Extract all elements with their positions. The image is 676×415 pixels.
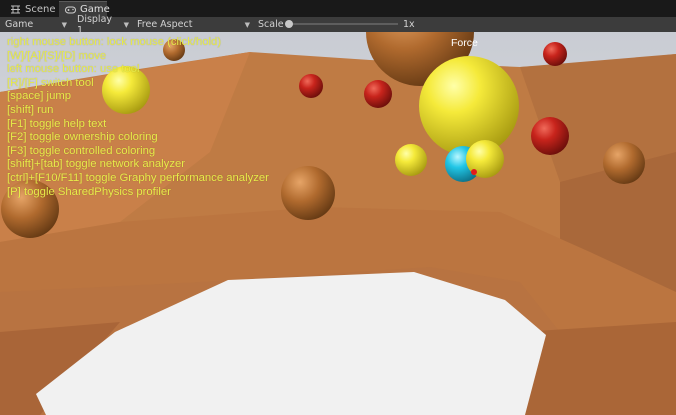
chevron-down-icon: ▼ bbox=[61, 20, 67, 29]
help-line: [W]/[A]/[S]/[D] move bbox=[7, 49, 107, 62]
help-line: right mouse button: lock mouse (click/ho… bbox=[7, 36, 222, 48]
view-mode-value: Game bbox=[5, 19, 34, 30]
scene-grid-icon bbox=[10, 5, 21, 14]
view-mode-dropdown[interactable]: Game ▼ bbox=[5, 17, 67, 32]
yellow-sphere bbox=[395, 144, 427, 176]
tab-scene[interactable]: Scene bbox=[4, 1, 56, 17]
help-line: [ctrl]+[F10/F11] toggle Graphy performan… bbox=[7, 171, 269, 184]
chevron-down-icon: ▼ bbox=[244, 20, 250, 29]
game-view-toolbar: Game ▼ Display 1 ▼ Free Aspect ▼ Scale 1… bbox=[0, 14, 676, 36]
scale-slider-handle[interactable] bbox=[285, 20, 293, 28]
help-line: [F3] toggle controlled coloring bbox=[7, 144, 156, 157]
scale-label: Scale bbox=[258, 19, 284, 30]
red-sphere bbox=[299, 74, 323, 98]
help-line: [P] toggle SharedPhysics profiler bbox=[7, 185, 171, 198]
brown-sphere bbox=[281, 166, 335, 220]
aspect-dropdown[interactable]: Free Aspect ▼ bbox=[137, 17, 250, 32]
help-line: [R]/[F] switch tool bbox=[7, 76, 94, 89]
help-line: [F1] toggle help text bbox=[7, 117, 107, 130]
red-sphere bbox=[543, 42, 567, 66]
game-viewport[interactable]: right mouse button: lock mouse (click/ho… bbox=[0, 32, 676, 415]
help-line: left mouse button: use tool bbox=[7, 63, 140, 76]
help-text-overlay: right mouse button: lock mouse (click/ho… bbox=[7, 36, 269, 199]
scale-value: 1x bbox=[403, 19, 415, 30]
help-line: [space] jump bbox=[7, 90, 72, 103]
aspect-value: Free Aspect bbox=[137, 19, 193, 30]
red-sphere bbox=[364, 80, 392, 108]
help-line: [shift] run bbox=[7, 103, 54, 116]
help-line: [shift]+[tab] toggle network analyzer bbox=[7, 158, 186, 171]
large-yellow-sphere bbox=[419, 56, 519, 156]
red-crosshair-dot bbox=[471, 169, 477, 175]
chevron-down-icon: ▼ bbox=[123, 20, 129, 29]
current-tool-label: Force bbox=[451, 37, 478, 49]
gamepad-icon bbox=[65, 6, 76, 14]
tab-scene-label: Scene bbox=[25, 3, 56, 15]
red-sphere bbox=[531, 117, 569, 155]
help-line: [F2] toggle ownership coloring bbox=[7, 131, 158, 144]
brown-sphere bbox=[603, 142, 645, 184]
display-dropdown[interactable]: Display 1 ▼ bbox=[77, 14, 129, 36]
scale-slider-track[interactable] bbox=[288, 23, 398, 25]
